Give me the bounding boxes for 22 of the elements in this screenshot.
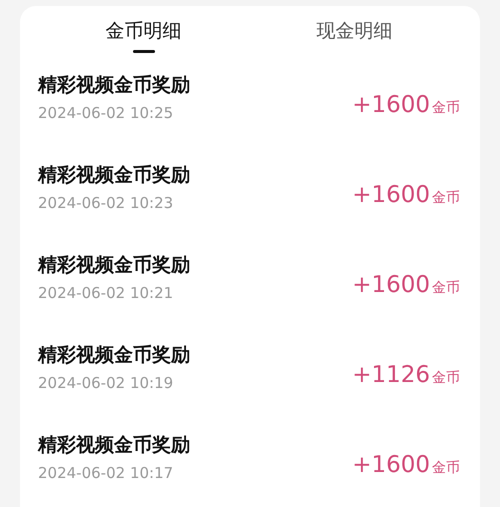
record-title: 精彩视频金币奖励 <box>38 163 191 188</box>
coin-amount: +1126 <box>352 362 430 388</box>
coin-amount: +1600 <box>352 452 430 478</box>
coin-unit: 金币 <box>432 279 460 297</box>
record-title: 精彩视频金币奖励 <box>38 343 191 368</box>
record-time: 2024-06-02 10:25 <box>38 104 174 122</box>
record-title: 精彩视频金币奖励 <box>38 73 191 98</box>
coin-unit: 金币 <box>432 459 460 477</box>
coin-amount: +1600 <box>352 272 430 298</box>
record-time: 2024-06-02 10:21 <box>38 284 174 302</box>
coin-unit: 金币 <box>432 99 460 117</box>
record-title: 精彩视频金币奖励 <box>38 253 191 278</box>
record-time: 2024-06-02 10:17 <box>38 464 174 482</box>
coin-amount: +1600 <box>352 182 430 208</box>
coin-unit: 金币 <box>432 369 460 387</box>
coin-unit: 金币 <box>432 189 460 207</box>
record-time: 2024-06-02 10:19 <box>38 374 174 392</box>
tab[interactable]: 金币明细 <box>38 6 249 62</box>
tab[interactable]: 现金明细 <box>249 6 460 62</box>
record-title: 精彩视频金币奖励 <box>38 433 191 458</box>
record-time: 2024-06-02 10:23 <box>38 194 174 212</box>
coin-amount: +1600 <box>352 92 430 118</box>
